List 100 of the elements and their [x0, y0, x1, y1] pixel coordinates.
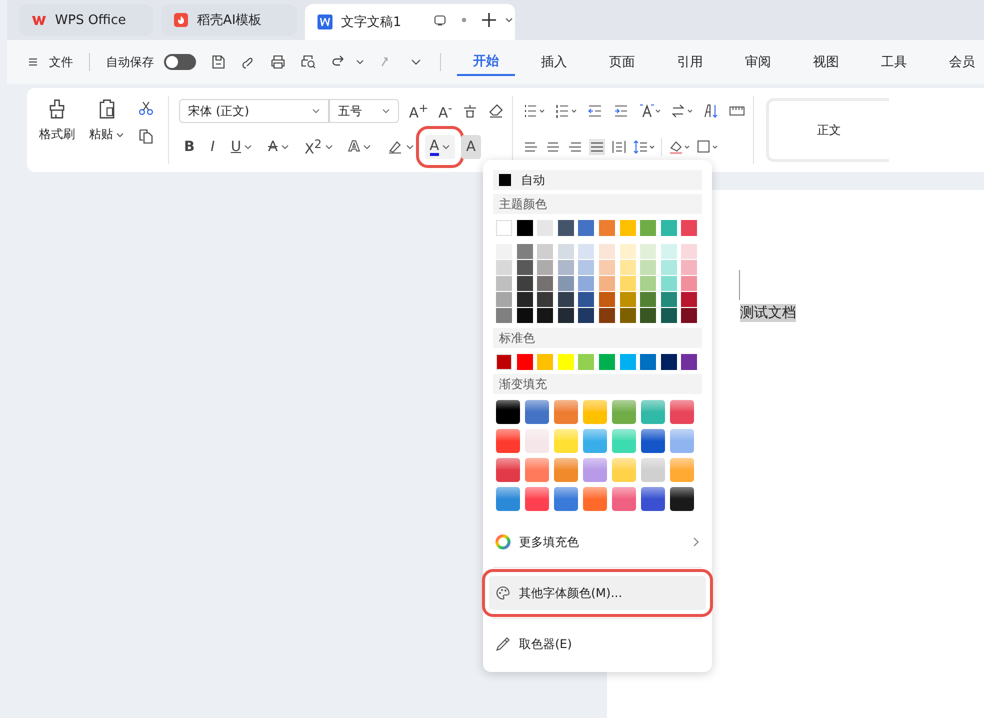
format-button[interactable]: A [263, 135, 294, 159]
ribbon-tab[interactable]: 开始 [457, 48, 515, 76]
ribbon-tab[interactable]: 工具 [865, 49, 923, 75]
color-swatch[interactable] [598, 354, 615, 370]
decrease-indent-icon[interactable] [587, 103, 604, 119]
color-swatch[interactable] [537, 276, 554, 291]
color-swatch[interactable] [598, 220, 615, 236]
gradient-swatch[interactable] [525, 429, 549, 453]
gradient-swatch[interactable] [641, 400, 665, 424]
ribbon-tab[interactable]: 引用 [661, 49, 719, 75]
eraser-icon[interactable] [488, 103, 504, 119]
color-swatch[interactable] [660, 260, 677, 275]
color-swatch[interactable] [640, 244, 656, 259]
color-swatch[interactable] [620, 354, 636, 370]
color-swatch[interactable] [516, 276, 533, 291]
color-swatch[interactable] [660, 276, 677, 291]
phonetic-icon[interactable] [462, 103, 478, 119]
line-spacing-icon[interactable] [633, 139, 656, 155]
color-swatch[interactable] [660, 354, 677, 370]
color-swatch[interactable] [558, 276, 574, 291]
automatic-color-option[interactable]: 自动 [493, 170, 702, 190]
menu-icon[interactable] [27, 56, 39, 68]
gradient-swatch[interactable] [583, 458, 607, 482]
color-swatch[interactable] [496, 260, 512, 275]
color-swatch[interactable] [578, 260, 594, 275]
color-swatch[interactable] [578, 354, 594, 370]
gradient-swatch[interactable] [554, 487, 578, 511]
sort-icon[interactable] [703, 103, 720, 119]
color-swatch[interactable] [537, 220, 554, 236]
color-swatch[interactable] [660, 292, 677, 307]
gradient-swatch[interactable] [670, 429, 694, 453]
ribbon-tab[interactable]: 页面 [593, 49, 651, 75]
color-swatch[interactable] [620, 276, 636, 291]
gradient-swatch[interactable] [496, 429, 520, 453]
menu-item[interactable]: 更多填充色 [489, 525, 706, 559]
gradient-swatch[interactable] [641, 487, 665, 511]
color-swatch[interactable] [537, 244, 554, 259]
color-swatch[interactable] [598, 276, 615, 291]
ribbon-tab[interactable]: 视图 [797, 49, 855, 75]
color-swatch[interactable] [496, 354, 512, 370]
color-swatch[interactable] [537, 292, 554, 307]
window-tab[interactable]: 文字文稿1 [305, 4, 515, 40]
color-swatch[interactable] [681, 276, 698, 291]
gradient-swatch[interactable] [554, 400, 578, 424]
gradient-swatch[interactable] [612, 458, 636, 482]
gradient-swatch[interactable] [612, 400, 636, 424]
format-button[interactable]: X$^{2}$ [300, 135, 338, 159]
scissors-icon[interactable] [138, 100, 154, 116]
format-button[interactable]: A [424, 135, 456, 159]
color-swatch[interactable] [640, 308, 656, 323]
color-swatch[interactable] [660, 220, 677, 236]
format-button[interactable]: B [179, 135, 200, 159]
color-swatch[interactable] [516, 260, 533, 275]
gradient-swatch[interactable] [641, 458, 665, 482]
print-icon[interactable] [270, 54, 286, 70]
gradient-swatch[interactable] [670, 458, 694, 482]
menu-item[interactable]: 取色器(E) [489, 627, 706, 661]
ribbon-tab[interactable]: 会员 [933, 49, 984, 75]
print-preview-icon[interactable] [300, 54, 316, 70]
save-icon[interactable] [210, 54, 226, 70]
color-swatch[interactable] [578, 220, 594, 236]
autosave-toggle[interactable] [164, 54, 196, 70]
grow-font-button[interactable]: A$^{+}$ [409, 100, 428, 122]
format-button[interactable]: A [461, 135, 481, 159]
format-painter-button[interactable]: 格式刷 [39, 98, 75, 172]
color-swatch[interactable] [598, 260, 615, 275]
color-swatch[interactable] [640, 260, 656, 275]
color-swatch[interactable] [620, 292, 636, 307]
gradient-swatch[interactable] [554, 429, 578, 453]
color-swatch[interactable] [598, 244, 615, 259]
gradient-swatch[interactable] [583, 487, 607, 511]
gradient-swatch[interactable] [583, 429, 607, 453]
color-swatch[interactable] [640, 292, 656, 307]
font-name-dropdown[interactable]: 宋体 (正文) [179, 99, 329, 123]
shading-icon[interactable] [668, 139, 690, 155]
color-swatch[interactable] [578, 276, 594, 291]
color-swatch[interactable] [681, 354, 698, 370]
color-swatch[interactable] [558, 220, 574, 236]
gradient-swatch[interactable] [496, 458, 520, 482]
color-swatch[interactable] [496, 244, 512, 259]
color-swatch[interactable] [496, 220, 512, 236]
color-swatch[interactable] [516, 220, 533, 236]
gradient-swatch[interactable] [670, 400, 694, 424]
gradient-swatch[interactable] [525, 487, 549, 511]
color-swatch[interactable] [496, 276, 512, 291]
gradient-swatch[interactable] [670, 487, 694, 511]
format-button[interactable]: I [206, 135, 220, 159]
color-swatch[interactable] [516, 292, 533, 307]
gradient-swatch[interactable] [525, 458, 549, 482]
bullet-list-icon[interactable] [523, 103, 546, 119]
color-swatch[interactable] [640, 220, 656, 236]
character-spacing-icon[interactable] [639, 103, 662, 119]
ribbon-tab[interactable]: 插入 [525, 49, 583, 75]
color-swatch[interactable] [640, 276, 656, 291]
format-button[interactable]: U [226, 135, 258, 159]
paste-button[interactable]: 粘贴 [89, 98, 124, 172]
color-swatch[interactable] [681, 244, 698, 259]
gradient-swatch[interactable] [525, 400, 549, 424]
color-swatch[interactable] [558, 354, 574, 370]
ribbon-tab[interactable]: 审阅 [729, 49, 787, 75]
